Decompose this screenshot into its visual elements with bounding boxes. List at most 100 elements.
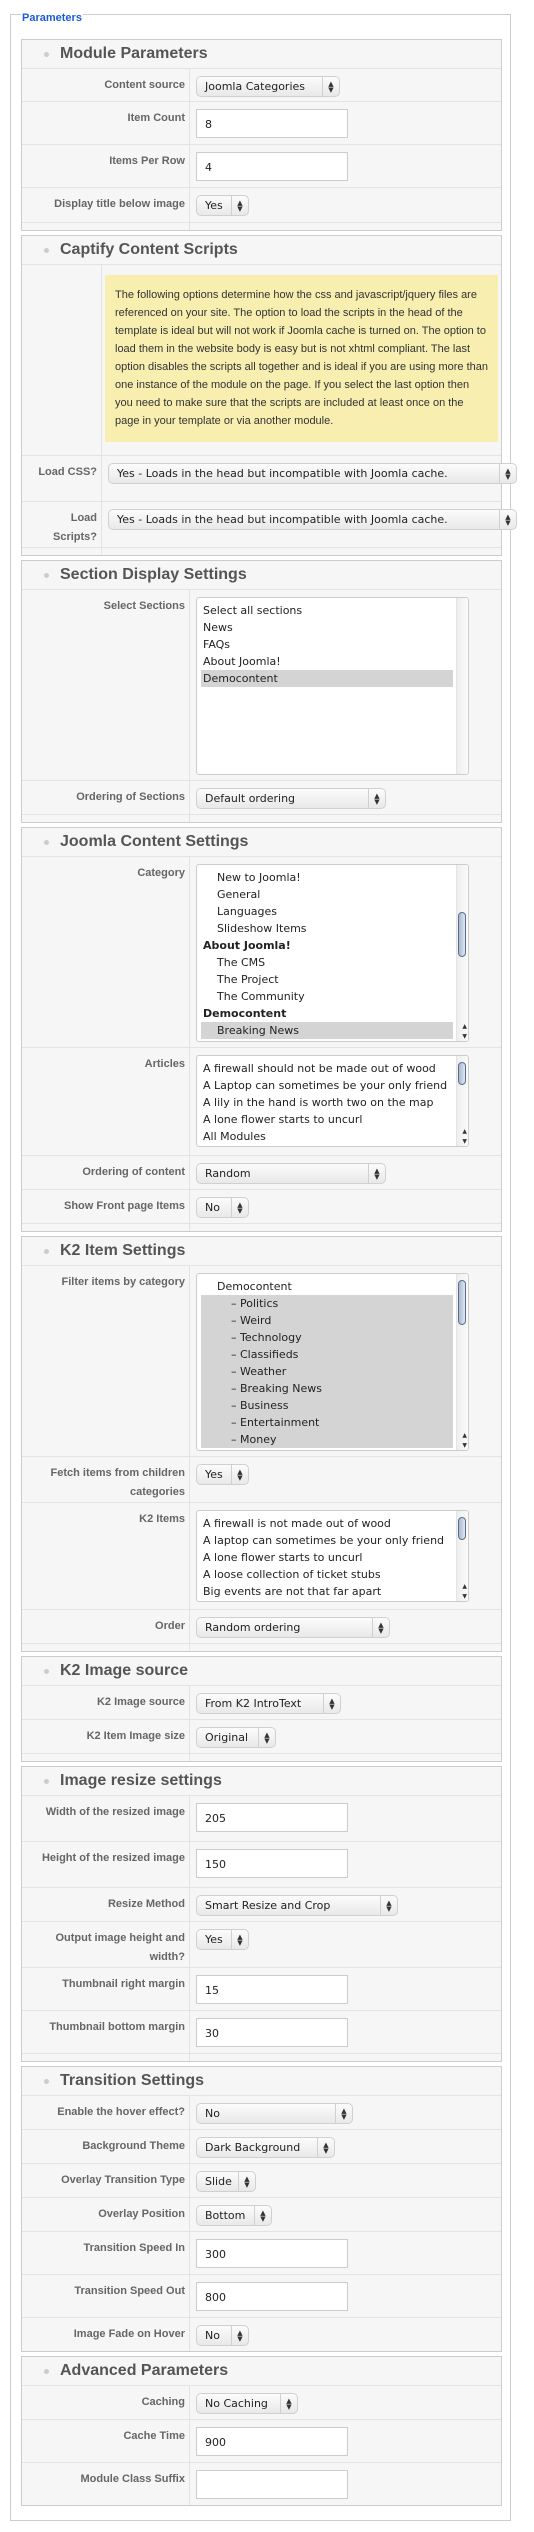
list-option[interactable]: Languages bbox=[201, 903, 453, 920]
list-option[interactable]: The Community bbox=[201, 988, 453, 1005]
panel-header[interactable]: Image resize settings bbox=[22, 1767, 501, 1795]
order-select[interactable]: Random ordering ▲ ▼ bbox=[196, 1617, 390, 1638]
list-option[interactable]: A Laptop can sometimes be your only frie… bbox=[201, 1077, 453, 1094]
panel-title: Joomla Content Settings bbox=[60, 833, 249, 850]
list-option[interactable]: The CMS bbox=[201, 954, 453, 971]
list-option[interactable]: Democontent bbox=[201, 1005, 453, 1022]
scrollbar[interactable]: ▲ ▼ bbox=[456, 1274, 468, 1450]
list-option[interactable]: The Project bbox=[201, 971, 453, 988]
list-option[interactable]: About Joomla! bbox=[201, 937, 453, 954]
transition-speed-in-input[interactable]: 300 bbox=[196, 2239, 348, 2268]
scrollbar[interactable] bbox=[456, 598, 468, 774]
transition-speed-out-input[interactable]: 800 bbox=[196, 2282, 348, 2311]
resize-method-select[interactable]: Smart Resize and Crop ▲ ▼ bbox=[196, 1895, 398, 1916]
content-source-select[interactable]: Joomla Categories ▲ ▼ bbox=[196, 76, 340, 97]
ordering-of-content-select[interactable]: Random ▲ ▼ bbox=[196, 1163, 386, 1184]
panel-header[interactable]: Transition Settings bbox=[22, 2067, 501, 2095]
thumbnail-right-margin-input[interactable]: 15 bbox=[196, 1975, 348, 2004]
k2-item-image-size-select[interactable]: Original ▲ ▼ bbox=[196, 1727, 276, 1748]
background-theme-select[interactable]: Dark Background ▲ ▼ bbox=[196, 2137, 335, 2158]
list-option[interactable]: A laptop can sometimes be your only frie… bbox=[201, 1532, 453, 1549]
scrollbar[interactable]: ▲ ▼ bbox=[456, 1511, 468, 1601]
list-option[interactable]: A firewall should not be made out of woo… bbox=[201, 1060, 453, 1077]
scroll-down-icon[interactable]: ▼ bbox=[462, 1033, 467, 1040]
ordering-of-content-label: Ordering of content bbox=[22, 1156, 190, 1189]
cache-time-input[interactable]: 900 bbox=[196, 2427, 348, 2456]
list-option[interactable]: Slideshow Items bbox=[201, 920, 453, 937]
display-title-below-image-select[interactable]: Yes ▲ ▼ bbox=[196, 195, 249, 216]
panel-header[interactable]: Joomla Content Settings bbox=[22, 828, 501, 856]
list-option[interactable]: General bbox=[201, 886, 453, 903]
list-option[interactable]: – Classifieds bbox=[201, 1346, 453, 1363]
items-per-row-input[interactable]: 4 bbox=[196, 152, 348, 181]
ordering-of-sections-select[interactable]: Default ordering ▲ ▼ bbox=[196, 788, 386, 809]
scrollbar-thumb[interactable] bbox=[458, 1062, 466, 1085]
list-option[interactable]: Democontent bbox=[201, 1278, 453, 1295]
list-option[interactable]: – Entertainment bbox=[201, 1414, 453, 1431]
height-of-the-resized-image-input[interactable]: 150 bbox=[196, 1849, 348, 1878]
panel-header[interactable]: Section Display Settings bbox=[22, 561, 501, 589]
scrollbar-thumb[interactable] bbox=[458, 1280, 466, 1325]
scrollbar[interactable]: ▲ ▼ bbox=[456, 865, 468, 1041]
list-option[interactable]: A lily in the hand is worth two on the m… bbox=[201, 1094, 453, 1111]
list-option[interactable]: About Joomla! bbox=[201, 653, 453, 670]
list-option[interactable]: All Modules bbox=[201, 1128, 453, 1145]
k2-items-listbox[interactable]: A firewall is not made out of wood A lapt… bbox=[196, 1510, 469, 1602]
list-option[interactable]: Big events are not that far apart bbox=[201, 1583, 453, 1600]
list-option[interactable]: A firewall is not made out of wood bbox=[201, 1515, 453, 1532]
scroll-up-icon[interactable]: ▲ bbox=[462, 1128, 467, 1135]
scroll-up-icon[interactable]: ▲ bbox=[462, 1583, 467, 1590]
list-option[interactable]: A loose collection of ticket stubs bbox=[201, 1566, 453, 1583]
list-option[interactable]: – Breaking News bbox=[201, 1380, 453, 1397]
list-option[interactable]: News bbox=[201, 619, 453, 636]
caching-select[interactable]: No Caching ▲ ▼ bbox=[196, 2393, 298, 2414]
list-option[interactable]: New to Joomla! bbox=[201, 869, 453, 886]
width-of-the-resized-image-input[interactable]: 205 bbox=[196, 1803, 348, 1832]
articles-listbox[interactable]: A firewall should not be made out of woo… bbox=[196, 1055, 469, 1147]
field-row: Display title below image Yes ▲ ▼ bbox=[22, 187, 501, 222]
scrollbar-thumb[interactable] bbox=[458, 912, 466, 957]
list-option[interactable]: FAQs bbox=[201, 636, 453, 653]
output-image-height-and-width-select[interactable]: Yes ▲ ▼ bbox=[196, 1929, 249, 1950]
list-option[interactable]: – Politics bbox=[201, 1295, 453, 1312]
panel-header[interactable]: Advanced Parameters bbox=[22, 2357, 501, 2385]
list-option[interactable]: A lone flower starts to uncurl bbox=[201, 1549, 453, 1566]
module-class-suffix-input[interactable] bbox=[196, 2470, 348, 2499]
load-css-select[interactable]: Yes - Loads in the head but incompatible… bbox=[108, 463, 517, 484]
list-option[interactable]: – Technology bbox=[201, 1329, 453, 1346]
list-option[interactable]: Democontent bbox=[201, 670, 453, 687]
scrollbar-thumb[interactable] bbox=[458, 1517, 466, 1540]
list-option[interactable]: – Weird bbox=[201, 1312, 453, 1329]
scroll-down-icon[interactable]: ▼ bbox=[462, 1442, 467, 1449]
list-option[interactable]: – Money bbox=[201, 1431, 453, 1448]
panel-header[interactable]: K2 Item Settings bbox=[22, 1237, 501, 1265]
image-fade-on-hover-select[interactable]: No ▲ ▼ bbox=[196, 2325, 249, 2346]
fetch-items-from-children-categories-select[interactable]: Yes ▲ ▼ bbox=[196, 1464, 249, 1485]
list-option[interactable]: Breaking News bbox=[201, 1022, 453, 1039]
scroll-down-icon[interactable]: ▼ bbox=[462, 1593, 467, 1600]
thumbnail-bottom-margin-input[interactable]: 30 bbox=[196, 2018, 348, 2047]
panel-header[interactable]: K2 Image source bbox=[22, 1657, 501, 1685]
panel-k2-image-source: K2 Image source K2 Image source From K2 In… bbox=[21, 1656, 502, 1762]
overlay-transition-type-select[interactable]: Slide ▲ ▼ bbox=[196, 2171, 256, 2192]
load-scripts-select[interactable]: Yes - Loads in the head but incompatible… bbox=[108, 509, 517, 530]
select-sections-listbox[interactable]: Select all sections News FAQs About Joomla!… bbox=[196, 597, 469, 775]
k2-image-source-select[interactable]: From K2 IntroText ▲ ▼ bbox=[196, 1693, 341, 1714]
list-option[interactable]: Select all sections bbox=[201, 602, 453, 619]
overlay-position-select[interactable]: Bottom ▲ ▼ bbox=[196, 2205, 272, 2226]
show-front-page-items-select[interactable]: No ▲ ▼ bbox=[196, 1197, 249, 1218]
list-option[interactable]: A lone flower starts to uncurl bbox=[201, 1111, 453, 1128]
panel-header[interactable]: Module Parameters bbox=[22, 40, 501, 68]
scrollbar[interactable]: ▲ ▼ bbox=[456, 1056, 468, 1146]
enable-the-hover-effect-select[interactable]: No ▲ ▼ bbox=[196, 2103, 353, 2124]
filter-items-by-category-listbox[interactable]: Democontent – Politics – Weird – Technology… bbox=[196, 1273, 469, 1451]
chevron-updown-icon: ▲ ▼ bbox=[231, 1198, 248, 1217]
category-listbox[interactable]: New to Joomla! General Languages Slideshow … bbox=[196, 864, 469, 1042]
list-option[interactable]: – Business bbox=[201, 1397, 453, 1414]
list-option[interactable]: – Weather bbox=[201, 1363, 453, 1380]
scroll-up-icon[interactable]: ▲ bbox=[462, 1432, 467, 1439]
panel-header[interactable]: Captify Content Scripts bbox=[22, 236, 501, 264]
scroll-up-icon[interactable]: ▲ bbox=[462, 1023, 467, 1030]
scroll-down-icon[interactable]: ▼ bbox=[462, 1138, 467, 1145]
item-count-input[interactable]: 8 bbox=[196, 109, 348, 138]
